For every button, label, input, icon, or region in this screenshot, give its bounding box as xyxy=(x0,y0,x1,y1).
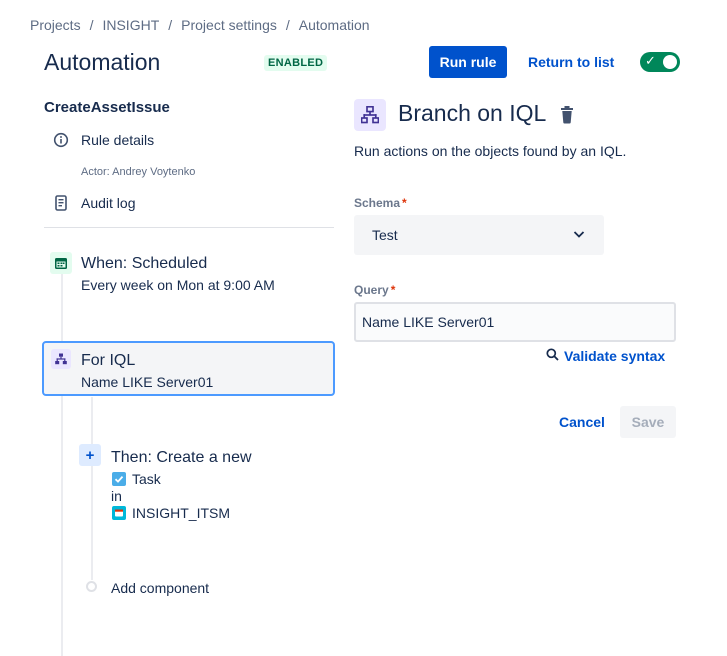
branch-icon xyxy=(354,99,386,131)
chevron-down-icon xyxy=(572,227,586,244)
check-icon: ✓ xyxy=(645,53,656,68)
schema-select-value: Test xyxy=(372,227,398,243)
query-label-text: Query xyxy=(354,283,389,297)
breadcrumb-separator: / xyxy=(168,17,173,33)
action-issue-type: Task xyxy=(132,471,161,487)
plus-icon: + xyxy=(79,444,101,466)
actor-label: Actor: Andrey Voytenko xyxy=(81,166,196,178)
status-badge: ENABLED xyxy=(264,55,328,71)
panel-description: Run actions on the objects found by an I… xyxy=(354,143,627,159)
trash-icon[interactable] xyxy=(558,105,576,125)
breadcrumb: Projects / INSIGHT / Project settings / Automa… xyxy=(30,17,370,33)
project-icon xyxy=(112,506,126,520)
timeline-line xyxy=(61,272,63,656)
document-icon xyxy=(52,194,70,212)
trigger-title[interactable]: When: Scheduled xyxy=(81,255,207,273)
schema-label: Schema * xyxy=(354,196,407,210)
sidebar-item-audit-log[interactable]: Audit log xyxy=(52,194,135,212)
rule-name: CreateAssetIssue xyxy=(44,99,170,116)
calendar-icon xyxy=(50,252,72,274)
breadcrumb-insight[interactable]: INSIGHT xyxy=(102,17,159,33)
schema-label-text: Schema xyxy=(354,196,401,210)
search-icon xyxy=(546,348,559,364)
action-title[interactable]: Then: Create a new xyxy=(111,449,252,467)
action-in-label: in xyxy=(111,488,122,504)
task-icon xyxy=(112,472,126,486)
query-label: Query * xyxy=(354,283,395,297)
page-title: Automation xyxy=(44,49,161,75)
breadcrumb-separator: / xyxy=(285,17,290,33)
add-component-button[interactable]: Add component xyxy=(111,580,209,596)
sidebar-item-label: Audit log xyxy=(81,195,136,211)
save-button[interactable]: Save xyxy=(620,406,676,438)
validate-syntax-button[interactable]: Validate syntax xyxy=(546,348,665,364)
required-mark: * xyxy=(390,283,396,297)
sidebar-item-label: Rule details xyxy=(81,132,155,148)
required-mark: * xyxy=(402,196,407,210)
sidebar-divider xyxy=(44,227,334,228)
rule-enabled-toggle[interactable]: ✓ xyxy=(640,52,680,72)
action-project: INSIGHT_ITSM xyxy=(132,505,231,521)
breadcrumb-automation[interactable]: Automation xyxy=(299,17,370,33)
panel-title: Branch on IQL xyxy=(398,100,547,126)
sidebar-item-rule-details[interactable]: Rule details xyxy=(52,131,154,149)
query-input[interactable] xyxy=(354,302,676,342)
breadcrumb-separator: / xyxy=(89,17,94,33)
schema-select[interactable]: Test xyxy=(354,215,604,255)
info-icon xyxy=(52,131,70,149)
branch-title: For IQL xyxy=(81,352,136,369)
branch-icon xyxy=(51,349,71,369)
add-component-dot xyxy=(86,581,97,592)
toggle-knob xyxy=(663,55,677,69)
branch-timeline-line xyxy=(91,397,93,580)
trigger-subtitle: Every week on Mon at 9:00 AM xyxy=(81,277,275,293)
validate-syntax-label: Validate syntax xyxy=(564,348,666,364)
return-to-list-button[interactable]: Return to list xyxy=(520,46,622,78)
run-rule-button[interactable]: Run rule xyxy=(429,46,507,78)
breadcrumb-project-settings[interactable]: Project settings xyxy=(181,17,277,33)
breadcrumb-projects[interactable]: Projects xyxy=(30,17,81,33)
cancel-button[interactable]: Cancel xyxy=(551,406,613,438)
branch-subtitle: Name LIKE Server01 xyxy=(81,374,214,390)
